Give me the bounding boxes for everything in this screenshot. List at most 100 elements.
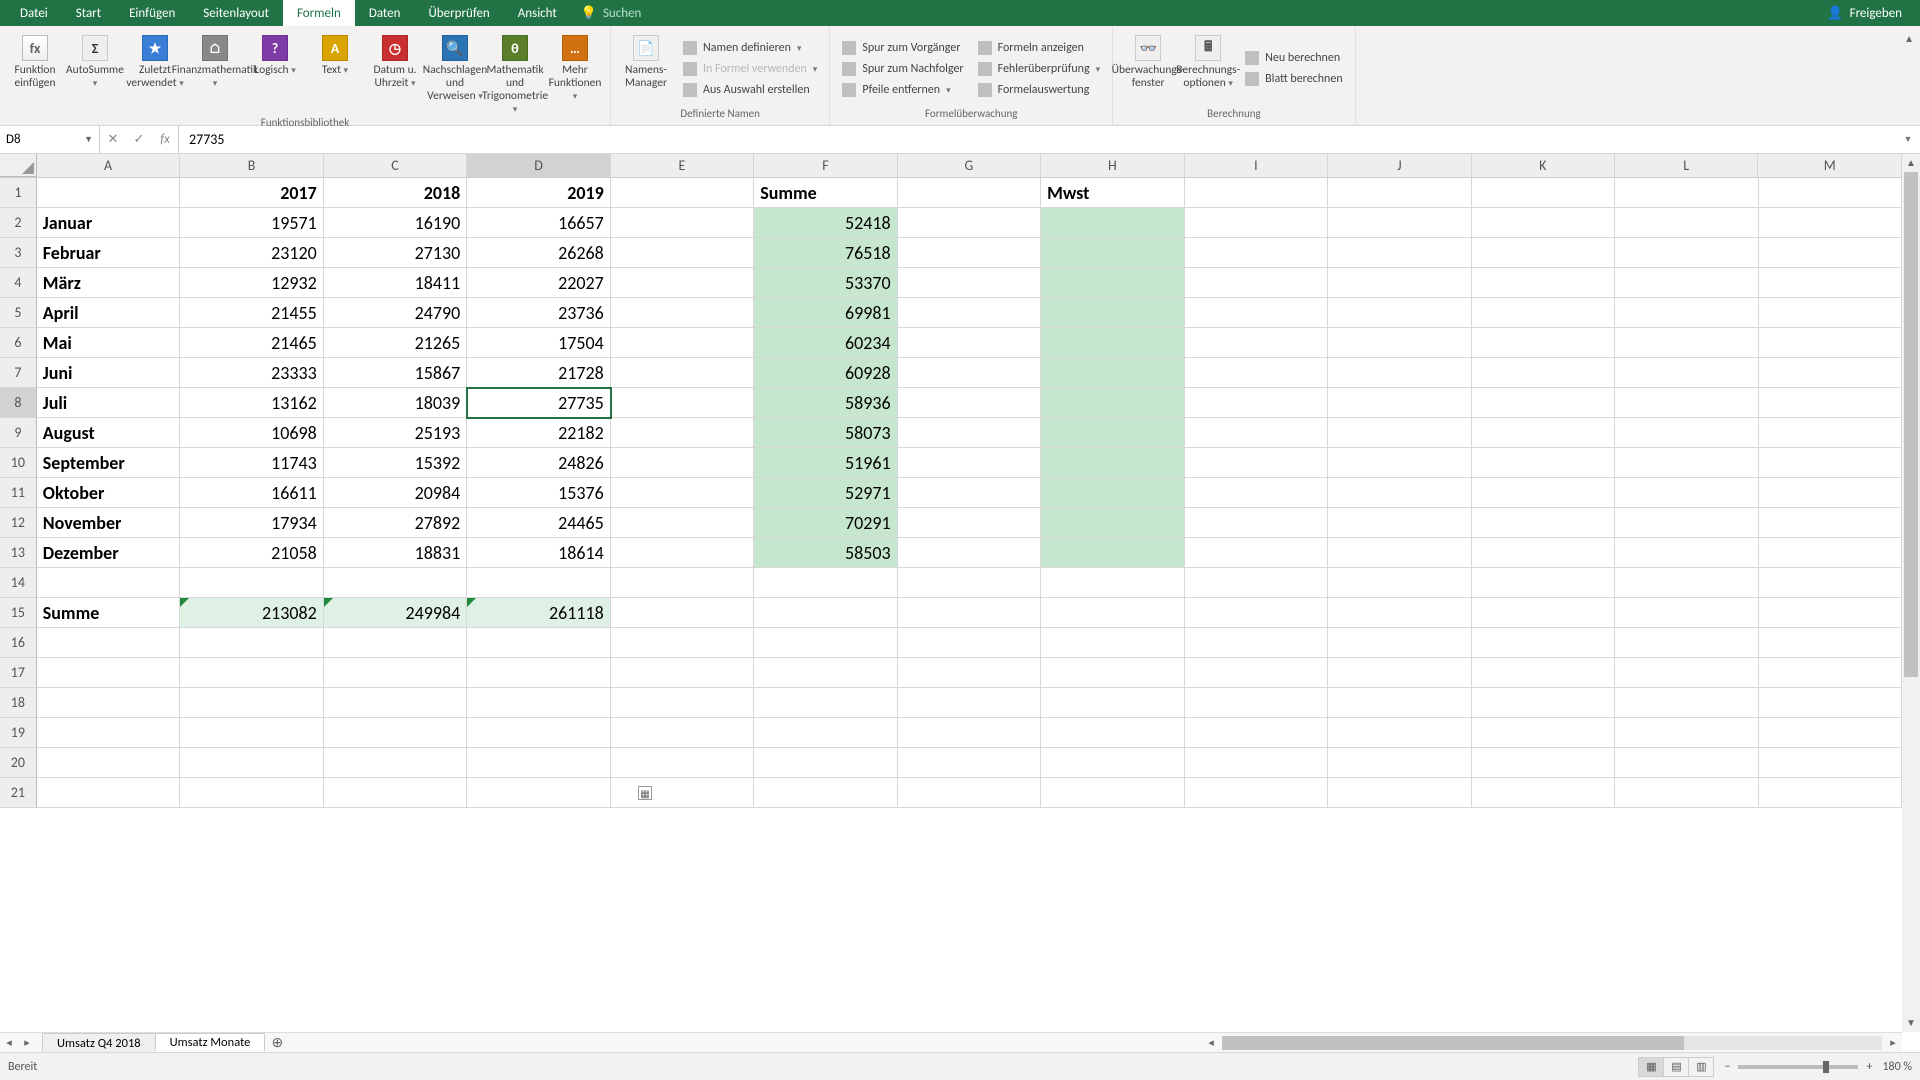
cell[interactable] — [1759, 478, 1902, 508]
define-name-button[interactable]: Namen definieren ▾ — [683, 38, 817, 57]
cell[interactable] — [1615, 358, 1758, 388]
col-header-M[interactable]: M — [1758, 154, 1901, 177]
row-header-1[interactable]: 1 — [0, 178, 37, 208]
tab-formeln[interactable]: Formeln — [283, 0, 355, 26]
cell[interactable]: 19571 — [180, 208, 323, 238]
cell[interactable] — [898, 598, 1041, 628]
cell[interactable]: 22027 — [467, 268, 610, 298]
cell[interactable] — [1041, 748, 1184, 778]
cell[interactable] — [898, 238, 1041, 268]
cell[interactable] — [611, 598, 754, 628]
cell[interactable]: 261118 — [467, 598, 610, 628]
cell[interactable] — [1472, 688, 1615, 718]
cell[interactable] — [1759, 268, 1902, 298]
cell[interactable] — [611, 388, 754, 418]
cell[interactable] — [754, 688, 897, 718]
cell[interactable]: 58936 — [754, 388, 897, 418]
cell[interactable] — [611, 658, 754, 688]
cell[interactable] — [1328, 478, 1471, 508]
cell[interactable] — [1615, 478, 1758, 508]
row-header-17[interactable]: 17 — [0, 658, 37, 688]
cell[interactable] — [1472, 748, 1615, 778]
horizontal-scroll-thumb[interactable] — [1222, 1036, 1684, 1050]
cell[interactable] — [1472, 178, 1615, 208]
cell[interactable] — [1759, 658, 1902, 688]
row-header-3[interactable]: 3 — [0, 238, 37, 268]
chevron-down-icon[interactable]: ▼ — [84, 134, 93, 145]
cell[interactable] — [898, 418, 1041, 448]
cell[interactable] — [324, 718, 467, 748]
scroll-down-button[interactable]: ▼ — [1902, 1014, 1920, 1032]
page-break-view-button[interactable]: ▥ — [1688, 1057, 1714, 1077]
cell[interactable]: 23736 — [467, 298, 610, 328]
cell[interactable]: 52418 — [754, 208, 897, 238]
cell[interactable] — [1759, 508, 1902, 538]
cell[interactable] — [1185, 388, 1328, 418]
cell[interactable] — [1472, 778, 1615, 808]
cell[interactable] — [754, 598, 897, 628]
cell[interactable] — [1759, 778, 1902, 808]
cell[interactable]: Summe — [37, 598, 180, 628]
calculate-now-button[interactable]: Neu berechnen — [1245, 49, 1342, 68]
cell[interactable]: Mwst — [1041, 178, 1184, 208]
calc-options-button[interactable]: 🖩 Berechnungs-optionen ▾ — [1179, 30, 1237, 107]
cell[interactable] — [180, 748, 323, 778]
cell[interactable]: 15392 — [324, 448, 467, 478]
cell[interactable] — [1615, 688, 1758, 718]
cell[interactable] — [1759, 598, 1902, 628]
cell[interactable] — [754, 748, 897, 778]
expand-formula-bar[interactable]: ▼ — [1896, 126, 1920, 153]
cell[interactable] — [1615, 298, 1758, 328]
cell[interactable] — [754, 778, 897, 808]
cell[interactable] — [1328, 658, 1471, 688]
cell[interactable] — [1759, 178, 1902, 208]
cell[interactable] — [1041, 208, 1184, 238]
cell[interactable]: November — [37, 508, 180, 538]
cell[interactable] — [37, 778, 180, 808]
error-checking-button[interactable]: Fehlerüberprüfung ▾ — [978, 59, 1101, 78]
tab-daten[interactable]: Daten — [355, 0, 415, 26]
row-header-9[interactable]: 9 — [0, 418, 37, 448]
cell[interactable] — [898, 658, 1041, 688]
cell[interactable] — [1759, 208, 1902, 238]
cancel-entry-button[interactable]: ✕ — [100, 132, 126, 147]
cell[interactable] — [1328, 268, 1471, 298]
cell[interactable]: 69981 — [754, 298, 897, 328]
cell[interactable] — [611, 718, 754, 748]
cell[interactable] — [1328, 358, 1471, 388]
cell[interactable]: 23120 — [180, 238, 323, 268]
cell[interactable] — [324, 658, 467, 688]
cell[interactable] — [1041, 388, 1184, 418]
insert-function-button[interactable]: fx Funktion einfügen — [6, 30, 64, 116]
name-manager-button[interactable]: 📄 Namens-Manager — [617, 30, 675, 107]
cell[interactable] — [1472, 418, 1615, 448]
cell[interactable]: 18614 — [467, 538, 610, 568]
cell[interactable] — [1472, 568, 1615, 598]
cell[interactable] — [1472, 628, 1615, 658]
cell[interactable] — [1615, 268, 1758, 298]
cell[interactable] — [1185, 748, 1328, 778]
cell[interactable] — [37, 658, 180, 688]
cell[interactable] — [1328, 718, 1471, 748]
sheet-tab-0[interactable]: Umsatz Q4 2018 — [42, 1033, 156, 1052]
cell[interactable]: 70291 — [754, 508, 897, 538]
normal-view-button[interactable]: ▦ — [1638, 1057, 1664, 1077]
col-header-L[interactable]: L — [1615, 154, 1758, 177]
cell[interactable]: 21728 — [467, 358, 610, 388]
cell[interactable]: 18039 — [324, 388, 467, 418]
cell[interactable] — [1472, 448, 1615, 478]
cell[interactable] — [37, 568, 180, 598]
math-trig-button[interactable]: θ Mathematik und Trigonometrie ▾ — [486, 30, 544, 116]
cell[interactable] — [1759, 448, 1902, 478]
cell[interactable]: 213082 — [180, 598, 323, 628]
cell[interactable] — [1615, 448, 1758, 478]
insert-function-fx-button[interactable]: fx — [152, 132, 178, 147]
cell[interactable] — [1472, 658, 1615, 688]
col-header-H[interactable]: H — [1041, 154, 1184, 177]
cell[interactable] — [1041, 718, 1184, 748]
cell[interactable] — [898, 208, 1041, 238]
cell[interactable] — [611, 688, 754, 718]
cell[interactable] — [898, 748, 1041, 778]
cell[interactable] — [1759, 538, 1902, 568]
logical-button[interactable]: ? Logisch ▾ — [246, 30, 304, 116]
